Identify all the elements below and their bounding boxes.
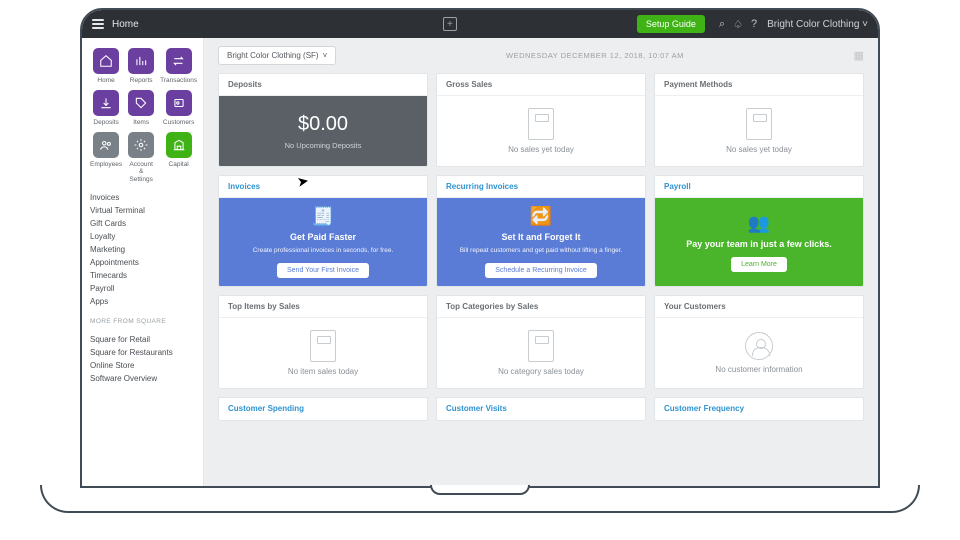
account-dropdown[interactable]: Bright Color Clothing ˅ <box>767 19 868 30</box>
receipt-icon <box>746 108 772 140</box>
chevron-down-icon: ˅ <box>323 51 328 60</box>
card-customers[interactable]: Your Customers No customer information <box>654 295 864 389</box>
card-title: Invoices <box>219 176 427 198</box>
payroll-learn-more-button[interactable]: Learn More <box>731 257 787 272</box>
layout-grid-icon[interactable]: ▦ <box>854 49 864 62</box>
laptop-screen: Home + Setup Guide ⌕ ♤ ? Bright Color Cl… <box>80 8 880 488</box>
card-title: Customer Spending <box>219 398 427 419</box>
add-icon[interactable]: + <box>443 17 457 31</box>
card-payroll[interactable]: Payroll 👥 Pay your team in just a few cl… <box>654 175 864 287</box>
card-top-categories[interactable]: Top Categories by Sales No category sale… <box>436 295 646 389</box>
sidebar-link[interactable]: Loyalty <box>90 232 195 241</box>
sidebar-link[interactable]: Virtual Terminal <box>90 206 195 215</box>
sidebar-link[interactable]: Payroll <box>90 284 195 293</box>
nav-tile-home[interactable]: Home <box>90 48 122 84</box>
sidebar-link[interactable]: Software Overview <box>90 374 195 383</box>
main-content: Bright Color Clothing (SF)˅ Wednesday De… <box>204 38 878 486</box>
card-title: Top Items by Sales <box>219 296 427 318</box>
card-invoices[interactable]: Invoices 🧾 Get Paid Faster Create profes… <box>218 175 428 287</box>
recurring-icon: 🔁 <box>530 206 552 227</box>
deposits-amount: $0.00 <box>298 113 348 136</box>
sidebar-link[interactable]: Apps <box>90 297 195 306</box>
sidebar-link[interactable]: Invoices <box>90 193 195 202</box>
card-title: Your Customers <box>655 296 863 318</box>
sidebar-more-heading: More from Square <box>90 318 195 325</box>
card-title: Customer Frequency <box>655 398 863 419</box>
topbar: Home + Setup Guide ⌕ ♤ ? Bright Color Cl… <box>82 10 878 38</box>
card-title: Deposits <box>219 74 427 96</box>
card-title: Gross Sales <box>437 74 645 96</box>
card-recurring-invoices[interactable]: Recurring Invoices 🔁 Set It and Forget I… <box>436 175 646 287</box>
card-gross-sales[interactable]: Gross Sales No sales yet today <box>436 73 646 167</box>
sidebar-link[interactable]: Marketing <box>90 245 195 254</box>
nav-tile-customers[interactable]: Customers <box>160 90 197 126</box>
sidebar-link[interactable]: Square for Restaurants <box>90 348 195 357</box>
send-invoice-button[interactable]: Send Your First Invoice <box>277 263 369 278</box>
card-title: Top Categories by Sales <box>437 296 645 318</box>
sidebar-link[interactable]: Square for Retail <box>90 335 195 344</box>
team-icon: 👥 <box>748 213 770 234</box>
menu-icon[interactable] <box>92 19 104 29</box>
card-customer-visits[interactable]: Customer Visits <box>436 397 646 421</box>
page-title: Home <box>112 19 139 30</box>
card-customer-spending[interactable]: Customer Spending <box>218 397 428 421</box>
main-header: Bright Color Clothing (SF)˅ Wednesday De… <box>204 38 878 73</box>
card-top-items[interactable]: Top Items by Sales No item sales today <box>218 295 428 389</box>
laptop-notch <box>430 485 530 495</box>
search-icon[interactable]: ⌕ <box>719 18 725 31</box>
sidebar-links: Invoices Virtual Terminal Gift Cards Loy… <box>90 193 195 306</box>
receipt-icon <box>528 108 554 140</box>
sidebar-link[interactable]: Appointments <box>90 258 195 267</box>
help-icon[interactable]: ? <box>751 18 757 30</box>
receipt-icon <box>310 330 336 362</box>
card-title: Payroll <box>655 176 863 198</box>
user-icon <box>745 332 773 360</box>
card-payment-methods[interactable]: Payment Methods No sales yet today <box>654 73 864 167</box>
nav-tile-employees[interactable]: Employees <box>90 132 122 182</box>
notification-icon[interactable]: ♤ <box>733 18 743 31</box>
nav-tile-capital[interactable]: Capital <box>160 132 197 182</box>
card-title: Customer Visits <box>437 398 645 419</box>
sidebar-link[interactable]: Gift Cards <box>90 219 195 228</box>
current-date: Wednesday December 12, 2018, 10:07 AM <box>336 51 853 60</box>
receipt-icon <box>528 330 554 362</box>
deposits-sub: No Upcoming Deposits <box>285 141 362 150</box>
location-select[interactable]: Bright Color Clothing (SF)˅ <box>218 46 336 65</box>
sidebar-link[interactable]: Timecards <box>90 271 195 280</box>
nav-tile-reports[interactable]: Reports <box>128 48 154 84</box>
sidebar: Home Reports Transactions Deposits Items… <box>82 38 204 486</box>
nav-tile-deposits[interactable]: Deposits <box>90 90 122 126</box>
nav-tile-items[interactable]: Items <box>128 90 154 126</box>
invoice-icon: 🧾 <box>312 206 334 227</box>
schedule-invoice-button[interactable]: Schedule a Recurring Invoice <box>485 263 596 278</box>
card-deposits[interactable]: Deposits $0.00 No Upcoming Deposits <box>218 73 428 167</box>
card-title: Recurring Invoices <box>437 176 645 198</box>
setup-guide-button[interactable]: Setup Guide <box>637 15 705 33</box>
nav-tile-settings[interactable]: Account & Settings <box>128 132 154 182</box>
sidebar-link[interactable]: Online Store <box>90 361 195 370</box>
nav-tiles: Home Reports Transactions Deposits Items… <box>90 48 195 183</box>
card-customer-frequency[interactable]: Customer Frequency <box>654 397 864 421</box>
sidebar-more-links: Square for Retail Square for Restaurants… <box>90 335 195 383</box>
card-title: Payment Methods <box>655 74 863 96</box>
nav-tile-transactions[interactable]: Transactions <box>160 48 197 84</box>
